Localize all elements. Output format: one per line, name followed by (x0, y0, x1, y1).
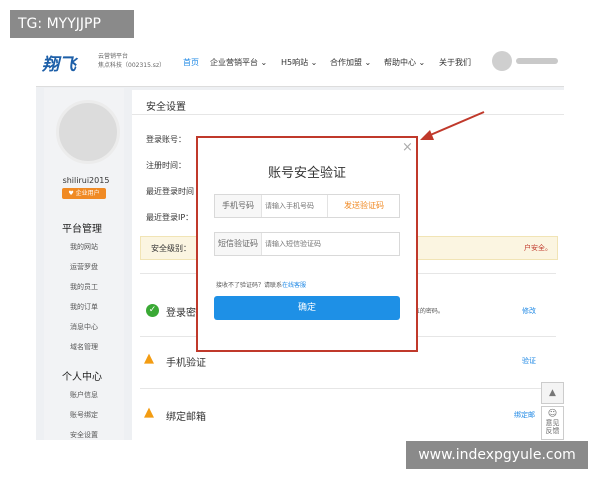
security-level-tip: 户安全。 (524, 244, 552, 252)
page-title: 安全设置 (146, 102, 186, 113)
sms-code-input[interactable] (265, 236, 395, 252)
label-last-login-ip: 最近登录IP： (146, 213, 194, 222)
bind-email-link[interactable]: 绑定邮 (514, 410, 535, 420)
sms-code-field: 短信验证码 (214, 232, 400, 256)
feedback-icon: ☺ (547, 409, 558, 419)
modal-title: 账号安全验证 (267, 166, 346, 181)
sidebar-username: shilirui2015 (62, 176, 110, 185)
sidebar-item-domains[interactable]: 域名管理 (70, 342, 98, 352)
nav-marketing-platform[interactable]: 企业营销平台 ⌄ (210, 57, 267, 68)
feedback-label: 意见 反馈 (545, 419, 560, 435)
top-navbar: 翔飞 云营销平台 焦点科技（002315.sz） 首页 企业营销平台 ⌄ H5响… (36, 42, 564, 87)
logo-subtitle: 云营销平台 焦点科技（002315.sz） (98, 52, 165, 70)
username-blurred (516, 58, 558, 64)
help-text: 接收不了验证码？请联系在线客服 (216, 280, 306, 289)
security-level-label: 安全级别： (151, 244, 191, 253)
close-icon[interactable]: × (402, 140, 413, 155)
logo[interactable]: 翔飞 (42, 50, 106, 75)
logo-sub-line2: 焦点科技（002315.sz） (98, 62, 166, 69)
sidebar-item-account-info[interactable]: 账户信息 (70, 390, 98, 400)
sms-code-label: 短信验证码 (215, 233, 262, 255)
verify-phone-link[interactable]: 验证 (522, 356, 536, 366)
sidebar-item-security[interactable]: 安全设置 (70, 430, 98, 440)
phone-label: 手机号码 (215, 195, 262, 217)
logo-sub-line1: 云营销平台 (98, 53, 129, 60)
phone-input[interactable] (265, 198, 325, 214)
sidebar-item-messages[interactable]: 消息中心 (70, 322, 98, 332)
feedback-button[interactable]: ☺ 意见 反馈 (541, 406, 564, 440)
phone-field: 手机号码 发送验证码 (214, 194, 400, 218)
nav-home[interactable]: 首页 (183, 57, 199, 68)
label-login-account: 登录账号： (146, 135, 186, 144)
user-type-badge: ♥ 企业用户 (62, 188, 106, 199)
nav-h5-site[interactable]: H5响站 ⌄ (281, 57, 317, 68)
warning-icon: ▲ (144, 351, 154, 366)
sidebar-item-orders[interactable]: 我的订单 (70, 302, 98, 312)
nav-help-center[interactable]: 帮助中心 ⌄ (384, 57, 425, 68)
watermark-top-left: TG: MYYJJPP (10, 10, 134, 38)
security-verify-modal: × 账号安全验证 手机号码 发送验证码 短信验证码 接收不了验证码？请联系在线客… (196, 136, 418, 352)
sidebar: shilirui2015 ♥ 企业用户 平台管理 我的网站 运营罗盘 我的员工 … (44, 88, 124, 440)
online-service-link[interactable]: 在线客服 (282, 282, 306, 289)
user-avatar-small[interactable] (492, 51, 512, 71)
row-email-bind-title: 绑定邮箱 (166, 412, 206, 423)
label-register-time: 注册时间： (146, 161, 186, 170)
watermark-bottom-right: www.indexpgyule.com (406, 441, 588, 469)
sidebar-item-account-binding[interactable]: 账号绑定 (70, 410, 98, 420)
badge-icon: ♥ (68, 190, 76, 197)
sidebar-item-my-website[interactable]: 我的网站 (70, 242, 98, 252)
modify-password-link[interactable]: 修改 (522, 306, 536, 316)
sidebar-item-compass[interactable]: 运营罗盘 (70, 262, 98, 272)
warning-icon: ▲ (144, 405, 154, 420)
check-icon: ✓ (146, 304, 159, 317)
label-last-login-time: 最近登录时间 (146, 187, 194, 196)
nav-partnership[interactable]: 合作加盟 ⌄ (330, 57, 371, 68)
sidebar-item-employees[interactable]: 我的员工 (70, 282, 98, 292)
sidebar-section-platform: 平台管理 (62, 224, 102, 235)
arrow-up-icon: ▲ (549, 388, 556, 398)
send-code-button[interactable]: 发送验证码 (327, 195, 400, 217)
title-divider (132, 114, 564, 115)
row-phone-verify-title: 手机验证 (166, 358, 206, 369)
sidebar-section-personal: 个人中心 (62, 372, 102, 383)
user-avatar (56, 100, 120, 164)
back-to-top-button[interactable]: ▲ (541, 382, 564, 404)
row-divider (140, 388, 556, 389)
nav-about-us[interactable]: 关于我们 (439, 57, 471, 68)
row-login-password-title: 登录密 (166, 308, 196, 319)
confirm-button[interactable]: 确定 (214, 296, 400, 320)
badge-label: 企业用户 (75, 190, 100, 197)
help-prefix: 接收不了验证码？请联系 (216, 282, 283, 289)
